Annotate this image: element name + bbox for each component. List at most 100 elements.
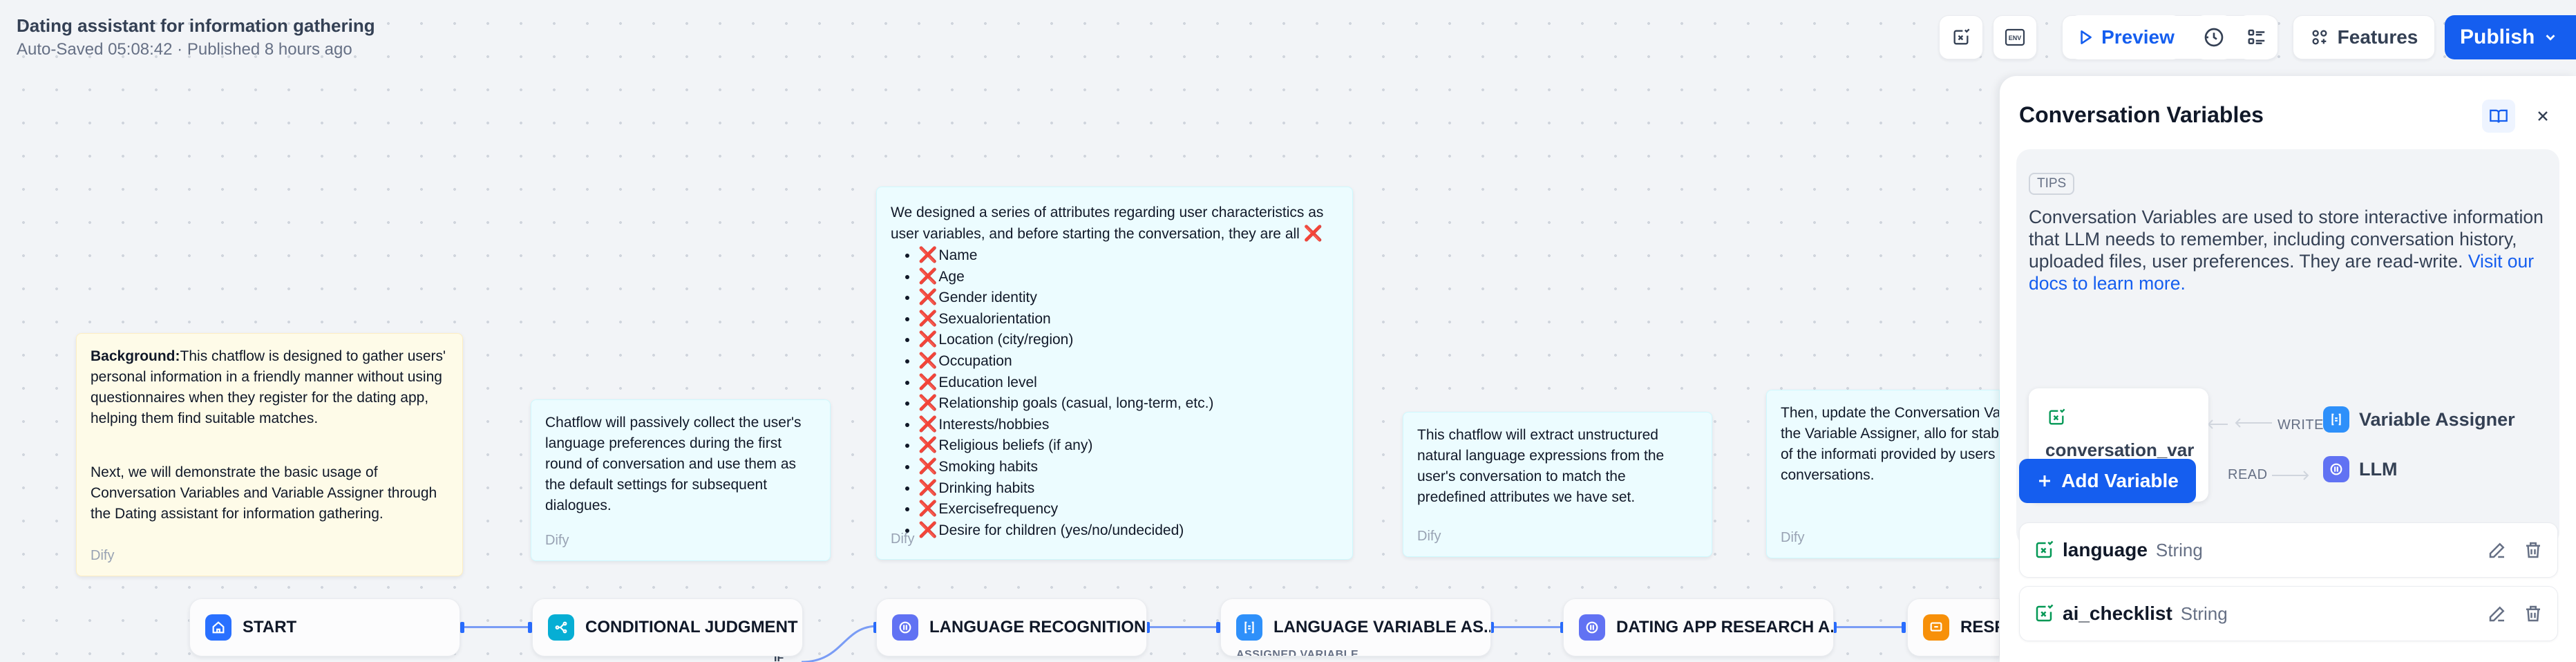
language-note[interactable]: Chatflow will passively collect the user…: [531, 399, 831, 561]
attribute-label: Age: [938, 268, 965, 285]
docs-button[interactable]: [2482, 100, 2515, 133]
cross-mark-icon: ❌: [918, 394, 938, 412]
llm-icon: [892, 614, 918, 641]
attribute-label: Exercisefrequency: [938, 501, 1059, 518]
write-label: WRITE: [2277, 417, 2324, 433]
save-status: Auto-Saved 05:08:42 · Published 8 hours …: [17, 40, 352, 59]
update-note-text: Then, update the Conversation Va through…: [1781, 405, 2000, 483]
background-note[interactable]: Background:This chatflow is designed to …: [76, 333, 463, 576]
variable-type: String: [2155, 539, 2203, 560]
node-title: LANGUAGE RECOGNITION: [929, 618, 1146, 636]
note-author: Dify: [91, 548, 115, 563]
cross-mark-icon: ❌: [918, 309, 938, 327]
node-title: DATING APP RESEARCH A...: [1616, 618, 1834, 636]
attribute-list: ❌Name❌Age❌Gender identity❌Sexualorientat…: [891, 245, 1338, 540]
cross-mark-icon: ❌: [918, 246, 938, 263]
publish-button[interactable]: Publish: [2445, 15, 2576, 59]
attributes-note[interactable]: We designed a series of attributes regar…: [876, 187, 1353, 560]
delete-icon[interactable]: [2523, 540, 2544, 560]
cross-mark-icon: ❌: [918, 351, 938, 369]
reader-node-label: LLM: [2359, 458, 2398, 480]
cross-mark-icon: ❌: [918, 267, 938, 285]
variable-assigner-reference: Variable Assigner: [2323, 406, 2515, 433]
home-icon: [205, 614, 231, 641]
response-node[interactable]: RESP: [1907, 598, 2000, 656]
attribute-item: ❌Exercisefrequency: [918, 498, 1338, 520]
background-note-next: Next, we will demonstrate the basic usag…: [91, 464, 437, 522]
attribute-label: Name: [938, 247, 978, 263]
env-button[interactable]: ENV: [1993, 15, 2037, 59]
variable-row-language[interactable]: language String: [2019, 522, 2558, 578]
edit-icon[interactable]: [2487, 540, 2508, 560]
attribute-item: ❌Smoking habits: [918, 456, 1338, 477]
attribute-label: Religious beliefs (if any): [938, 437, 1093, 454]
attribute-item: ❌Age: [918, 266, 1338, 287]
cross-mark-icon: ❌: [918, 478, 938, 496]
conversation-variables-button[interactable]: [1939, 15, 1983, 59]
tips-text: Conversation Variables are used to store…: [2029, 206, 2554, 294]
write-arrow: [2235, 418, 2272, 428]
start-node[interactable]: START: [189, 598, 460, 656]
checklist-icon: [2248, 29, 2265, 44]
conditional-judgment-node[interactable]: CONDITIONAL JUDGMENT: [532, 598, 803, 656]
history-icon: [2204, 28, 2224, 47]
attribute-label: Location (city/region): [938, 332, 1074, 348]
attribute-item: ❌Sexualorientation: [918, 308, 1338, 330]
chevron-down-icon: [2546, 35, 2555, 41]
attribute-item: ❌Desire for children (yes/no/undecided): [918, 520, 1338, 541]
attribute-label: Relationship goals (casual, long-term, e…: [938, 395, 1214, 412]
publish-label: Publish: [2460, 26, 2535, 48]
panel-title: Conversation Variables: [2019, 102, 2264, 127]
edge: [1148, 626, 1218, 628]
cross-mark-icon: ❌: [918, 415, 938, 433]
delete-icon[interactable]: [2523, 603, 2544, 624]
writer-node-label: Variable Assigner: [2359, 408, 2515, 430]
variable-name: ai_checklist: [2063, 603, 2172, 624]
app-title: Dating assistant for information gatheri…: [17, 15, 375, 36]
cross-mark-icon: ❌: [918, 372, 938, 390]
attribute-item: ❌Interests/hobbies: [918, 414, 1338, 435]
language-note-text: Chatflow will passively collect the user…: [545, 415, 802, 513]
run-history-button[interactable]: [2195, 15, 2233, 59]
read-label: READ: [2228, 467, 2268, 482]
read-arrow: [2272, 471, 2309, 480]
edge: [1493, 626, 1562, 628]
background-note-heading: Background:: [91, 348, 180, 364]
add-variable-button[interactable]: Add Variable: [2019, 459, 2196, 503]
edge: [463, 626, 532, 628]
note-author: Dify: [1417, 529, 1441, 544]
language-variable-assigner-node[interactable]: LANGUAGE VARIABLE AS... ASSIGNED VARIABL…: [1220, 598, 1491, 656]
edit-icon[interactable]: [2487, 603, 2508, 624]
preview-button[interactable]: Preview: [2069, 15, 2182, 59]
node-handle[interactable]: [460, 622, 464, 633]
dating-app-research-node[interactable]: DATING APP RESEARCH A...: [1563, 598, 1834, 656]
example-variable-name: conversation_var: [2045, 439, 2195, 460]
attribute-label: Smoking habits: [938, 458, 1038, 475]
language-recognition-node[interactable]: LANGUAGE RECOGNITION: [876, 598, 1147, 656]
attribute-item: ❌Occupation: [918, 350, 1338, 372]
variable-icon: [1953, 28, 1970, 45]
attribute-label: Drinking habits: [938, 480, 1035, 496]
features-button[interactable]: Features: [2293, 15, 2435, 59]
note-author: Dify: [545, 533, 569, 548]
conversation-variables-panel: Conversation Variables TIPS Conversation…: [2000, 76, 2576, 662]
attribute-label: Gender identity: [938, 290, 1037, 306]
update-note[interactable]: Then, update the Conversation Va through…: [1766, 390, 2000, 558]
checklist-button[interactable]: [2237, 15, 2276, 59]
attribute-label: Occupation: [938, 352, 1012, 369]
variable-type: String: [2180, 603, 2228, 624]
variable-row-ai-checklist[interactable]: ai_checklist String: [2019, 586, 2558, 641]
cross-mark-icon: ❌: [918, 330, 938, 348]
extract-note[interactable]: This chatflow will extract unstructured …: [1403, 412, 1712, 557]
cross-mark-icon: ❌: [918, 520, 938, 538]
cross-mark-icon: ❌: [1303, 225, 1323, 242]
node-handle[interactable]: [1902, 622, 1906, 633]
variable-icon: [2036, 540, 2054, 558]
attribute-item: ❌Drinking habits: [918, 477, 1338, 499]
add-variable-label: Add Variable: [2061, 470, 2179, 491]
features-label: Features: [2337, 26, 2418, 48]
node-title: CONDITIONAL JUDGMENT: [585, 618, 798, 636]
close-panel-button[interactable]: [2526, 100, 2559, 133]
preview-label: Preview: [2101, 26, 2175, 48]
attribute-label: Desire for children (yes/no/undecided): [938, 522, 1184, 538]
